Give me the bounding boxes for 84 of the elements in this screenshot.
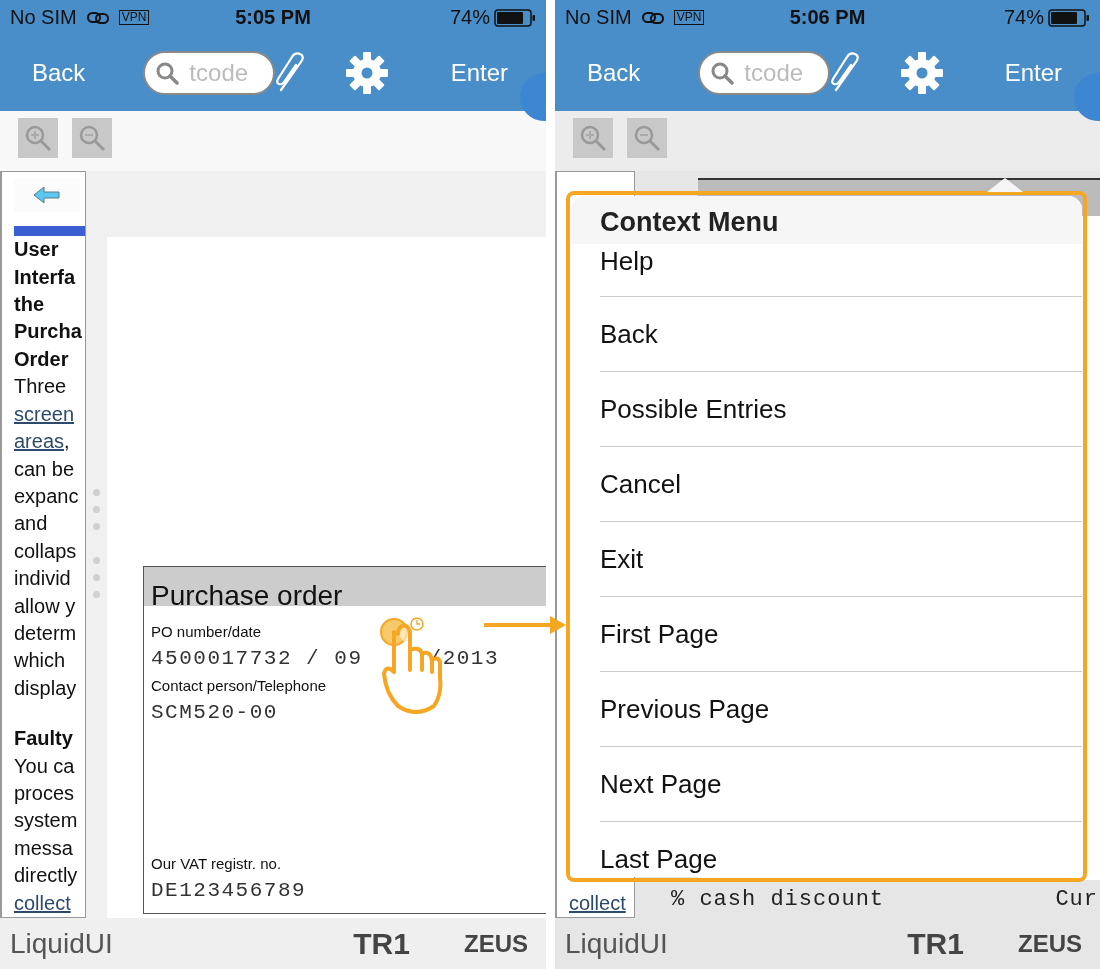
zoom-out-button[interactable] — [627, 118, 667, 158]
help-heading: Interfa — [14, 264, 77, 290]
field-label: Our VAT registr. no. — [151, 854, 283, 874]
battery-icon — [1048, 8, 1090, 27]
menu-item[interactable]: Next Page — [600, 747, 1082, 822]
help-heading: Faulty — [14, 726, 74, 752]
status-time: 5:05 PM — [235, 6, 311, 29]
menu-item[interactable]: Cancel — [600, 447, 1082, 522]
field-value: SCM520-00 — [151, 700, 278, 726]
help-text: proces — [14, 781, 75, 804]
help-link[interactable]: collect — [14, 891, 71, 914]
menu-item[interactable]: First Page — [600, 597, 1082, 672]
menu-item[interactable]: Last Page — [600, 822, 1082, 877]
help-text: which — [14, 649, 66, 672]
zoom-in-button[interactable] — [18, 118, 58, 158]
help-text: can be — [14, 457, 75, 480]
menu-item[interactable]: Previous Page — [600, 672, 1082, 747]
help-link[interactable]: collect — [569, 891, 626, 914]
zoom-in-icon — [578, 123, 608, 153]
search-icon — [155, 61, 180, 85]
left-arrow-icon — [33, 185, 61, 206]
help-link[interactable]: areas — [14, 430, 65, 453]
carrier-label: No SIM — [565, 6, 632, 29]
help-text: individ — [14, 567, 71, 590]
status-time: 5:06 PM — [789, 6, 866, 29]
zoom-out-icon — [77, 123, 107, 153]
vpn-badge: VPN — [673, 10, 705, 25]
panel-header-bar — [14, 225, 85, 237]
back-button[interactable]: Back — [583, 55, 645, 91]
server-label: ZEUS — [1018, 929, 1082, 958]
menu-item[interactable]: Possible Entries — [600, 372, 1082, 447]
column-header: Cur — [1055, 886, 1098, 912]
brand-label: LiquidUI — [9, 927, 113, 960]
link-icon — [86, 10, 109, 25]
help-heading: Order — [14, 346, 70, 372]
field-value: DE123456789 — [151, 878, 307, 904]
battery-percent: 74% — [449, 6, 490, 29]
menu-item[interactable]: Exit — [600, 522, 1082, 597]
settings-icon[interactable] — [900, 51, 945, 95]
enter-button[interactable]: Enter — [1000, 55, 1066, 91]
popover-caret — [987, 178, 1023, 192]
help-text: expanc — [14, 484, 79, 507]
help-text: display — [14, 676, 77, 699]
menu-title: Context Menu — [571, 196, 1082, 244]
help-heading: Purcha — [14, 319, 83, 345]
help-heading: the — [14, 292, 45, 318]
menu-item[interactable]: Help — [600, 244, 1082, 297]
brand-label: LiquidUI — [564, 927, 668, 960]
help-link[interactable]: screen — [14, 402, 75, 425]
field-label: Contact person/Telephone — [151, 676, 328, 696]
vpn-badge: VPN — [118, 10, 150, 25]
help-heading: User — [14, 237, 60, 263]
help-text: allow y — [14, 594, 76, 617]
zoom-out-button[interactable] — [72, 118, 112, 158]
server-label: ZEUS — [464, 929, 528, 958]
field-label: % cash discount — [671, 886, 885, 912]
system-label: TR1 — [907, 926, 964, 961]
help-text: You ca — [14, 754, 75, 777]
zoom-out-icon — [632, 123, 662, 153]
help-text: directly — [14, 864, 78, 887]
search-field[interactable]: tcode — [143, 51, 276, 95]
help-text: collaps — [14, 539, 77, 562]
field-label: PO number/date — [151, 622, 263, 642]
help-text: system — [14, 809, 78, 832]
link-icon — [641, 10, 664, 25]
help-text: determ — [14, 621, 77, 644]
search-field[interactable]: tcode — [698, 51, 831, 95]
enter-button[interactable]: Enter — [446, 55, 512, 91]
zoom-in-button[interactable] — [573, 118, 613, 158]
system-label: TR1 — [353, 926, 410, 961]
battery-percent: 74% — [1003, 6, 1044, 29]
help-text: and — [14, 512, 48, 535]
search-icon — [710, 61, 735, 85]
field-value: 4500017732 / 09 — [151, 646, 363, 672]
help-text: messa — [14, 836, 73, 859]
help-text: Three — [14, 375, 67, 398]
panel-back-button[interactable] — [14, 179, 80, 212]
help-text: , — [64, 430, 70, 453]
settings-icon[interactable] — [345, 51, 390, 95]
menu-item[interactable]: Back — [600, 297, 1082, 372]
carrier-label: No SIM — [10, 6, 77, 29]
back-button[interactable]: Back — [28, 55, 90, 91]
battery-icon — [494, 8, 536, 27]
zoom-in-icon — [23, 123, 53, 153]
